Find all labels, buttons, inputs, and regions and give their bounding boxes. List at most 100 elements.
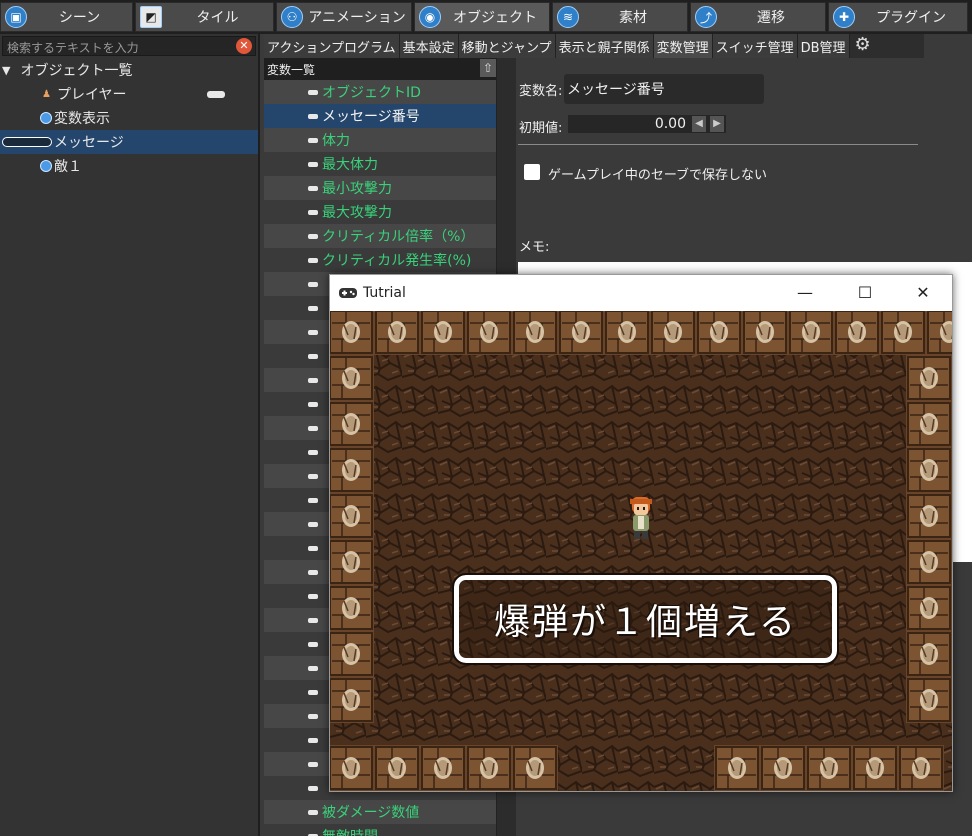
variable-icon [308, 353, 318, 359]
tree-item-variable-display[interactable]: 変数表示 [0, 106, 258, 130]
tree-item-label: プレイヤー [56, 87, 127, 103]
variable-icon [308, 737, 318, 743]
wall-tile [330, 492, 375, 540]
dungeon-map [330, 311, 952, 791]
tree-item-player[interactable]: ♟ プレイヤー [0, 82, 258, 106]
variable-icon [308, 761, 318, 767]
tab-action-program[interactable]: アクションプログラム [264, 34, 400, 58]
wall-tile [787, 311, 835, 356]
wall-tile [833, 311, 881, 356]
variable-icon [308, 473, 318, 479]
wall-tile [905, 400, 952, 448]
toolbar-material-label: 素材 [619, 10, 647, 26]
game-canvas[interactable]: 爆弾が１個増える [330, 311, 952, 791]
variable-icon [308, 713, 318, 719]
variable-name: 被ダメージ数値 [322, 805, 420, 821]
minimize-icon[interactable]: — [776, 275, 834, 311]
wall-tile [905, 492, 952, 540]
tab-display-parent[interactable]: 表示と親子関係 [555, 34, 654, 58]
toolbar-object-button[interactable]: ◉ オブジェクト [414, 2, 550, 32]
window-titlebar[interactable]: Tutrial — ☐ ✕ [330, 275, 952, 311]
variable-icon [308, 593, 318, 599]
increment-arrow-icon[interactable]: ▶ [710, 116, 724, 132]
wall-tile [373, 744, 421, 791]
wall-tile [905, 538, 952, 586]
scroll-up-icon[interactable]: ⇧ [480, 59, 496, 77]
toolbar-plugin-button[interactable]: ✚ プラグイン [828, 2, 968, 32]
tab-switches[interactable]: スイッチ管理 [712, 34, 798, 58]
variable-name: 最大体力 [322, 157, 378, 173]
tab-db[interactable]: DB管理 [797, 34, 850, 58]
variable-icon [308, 329, 318, 335]
message-object-icon [2, 137, 52, 147]
variable-row[interactable]: メッセージ番号 [264, 104, 496, 128]
wall-tile [465, 311, 513, 356]
toolbar-animation-button[interactable]: ⚇ アニメーション [276, 2, 412, 32]
variable-icon [308, 785, 318, 791]
divider [518, 144, 918, 145]
scene-icon: ▣ [5, 6, 27, 28]
variable-icon [308, 521, 318, 527]
tree-item-label: 変数表示 [54, 111, 110, 127]
variable-name: 無敵時間 [322, 826, 378, 836]
decrement-arrow-icon[interactable]: ◀ [692, 116, 706, 132]
memo-label: メモ: [519, 240, 550, 255]
search-input[interactable]: 検索するテキストを入力 [2, 36, 256, 56]
variable-row[interactable]: オブジェクトID [264, 80, 496, 104]
variable-icon [308, 497, 318, 503]
tab-variables[interactable]: 変数管理 [653, 34, 713, 58]
clear-search-icon[interactable]: ✕ [236, 38, 252, 54]
variable-icon [308, 137, 318, 143]
variable-name-field[interactable]: メッセージ番号 [564, 74, 764, 104]
wall-tile [805, 744, 853, 791]
variable-name: オブジェクトID [322, 85, 421, 101]
variable-row[interactable]: 体力 [264, 128, 496, 152]
variable-icon [308, 689, 318, 695]
variable-name: 最大攻撃力 [322, 205, 392, 221]
variable-row[interactable]: クリティカル倍率（%） [264, 224, 496, 248]
wall-tile [879, 311, 927, 356]
wall-tile [330, 311, 375, 356]
variable-row[interactable]: クリティカル発生率(%) [264, 248, 496, 272]
tree-item-message[interactable]: メッセージ [0, 130, 258, 154]
gamepad-icon [339, 288, 357, 298]
tab-basic-settings[interactable]: 基本設定 [399, 34, 459, 58]
variable-icon [308, 425, 318, 431]
variable-row[interactable]: 最大攻撃力 [264, 200, 496, 224]
tree-item-enemy[interactable]: 敵１ [0, 154, 258, 178]
wall-tile [603, 311, 651, 356]
toolbar-object-label: オブジェクト [453, 10, 537, 26]
maximize-icon[interactable]: ☐ [836, 275, 894, 311]
tab-move-jump[interactable]: 移動とジャンプ [458, 34, 556, 58]
tree-item-label: メッセージ [54, 135, 124, 151]
variable-row[interactable]: 最大体力 [264, 152, 496, 176]
toolbar-scene-button[interactable]: ▣ シーン [0, 2, 133, 32]
variable-row[interactable]: 被ダメージ数値 [264, 800, 496, 824]
wall-tile [465, 744, 513, 791]
variable-icon [308, 617, 318, 623]
expand-arrow-icon[interactable]: ▼ [2, 64, 10, 77]
wall-tile [649, 311, 697, 356]
wall-tile [511, 744, 559, 791]
tile-icon: ◩ [140, 6, 162, 28]
variable-name: 体力 [322, 133, 350, 149]
toolbar-transition-button[interactable]: ⤴ 遷移 [690, 2, 826, 32]
variable-name-label: 変数名: [519, 84, 563, 99]
wall-tile [905, 676, 952, 724]
tree-root[interactable]: ▼ オブジェクト一覧 [0, 58, 258, 82]
toolbar-tile-button[interactable]: ◩ タイル [135, 2, 274, 32]
wall-tile [330, 446, 375, 494]
wall-tile [905, 630, 952, 678]
wall-tile [511, 311, 559, 356]
variable-icon [308, 665, 318, 671]
wall-tile [759, 744, 807, 791]
gear-icon[interactable]: ⚙ [852, 34, 874, 56]
variable-row[interactable]: 無敵時間 [264, 824, 496, 836]
variable-icon [308, 233, 318, 239]
object-icon [40, 160, 52, 172]
close-icon[interactable]: ✕ [894, 275, 952, 311]
variable-row[interactable]: 最小攻撃力 [264, 176, 496, 200]
toolbar-material-button[interactable]: ≋ 素材 [552, 2, 688, 32]
variable-icon [308, 161, 318, 167]
no-save-checkbox[interactable] [524, 164, 540, 180]
